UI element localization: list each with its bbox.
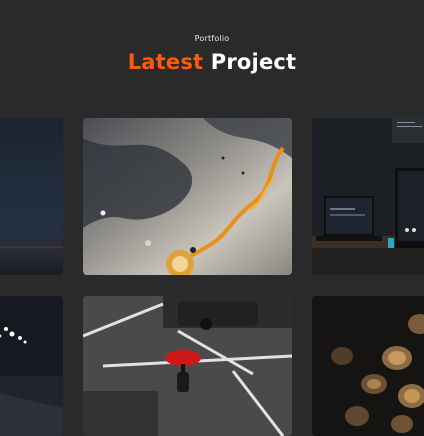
project-card-night-lake[interactable] — [0, 118, 63, 275]
project-card-desk-monitor-setup[interactable] — [312, 118, 424, 275]
night-lake-image — [0, 118, 63, 275]
section-title-rest: Project — [210, 50, 297, 74]
abstract-fluid-art-image — [83, 118, 292, 275]
red-umbrella-street-image — [83, 296, 292, 436]
project-card-red-umbrella-street[interactable] — [83, 296, 292, 436]
section-eyebrow: Portfolio — [194, 34, 230, 43]
night-lights-image — [0, 296, 63, 436]
section-title: Latest Project — [0, 50, 424, 74]
desk-monitor-setup-image — [312, 118, 424, 275]
pinecones-image — [312, 296, 424, 436]
project-card-abstract-fluid-art[interactable] — [83, 118, 292, 275]
project-card-pinecones[interactable] — [312, 296, 424, 436]
project-card-night-lights[interactable] — [0, 296, 63, 436]
section-title-accent: Latest — [127, 50, 204, 74]
